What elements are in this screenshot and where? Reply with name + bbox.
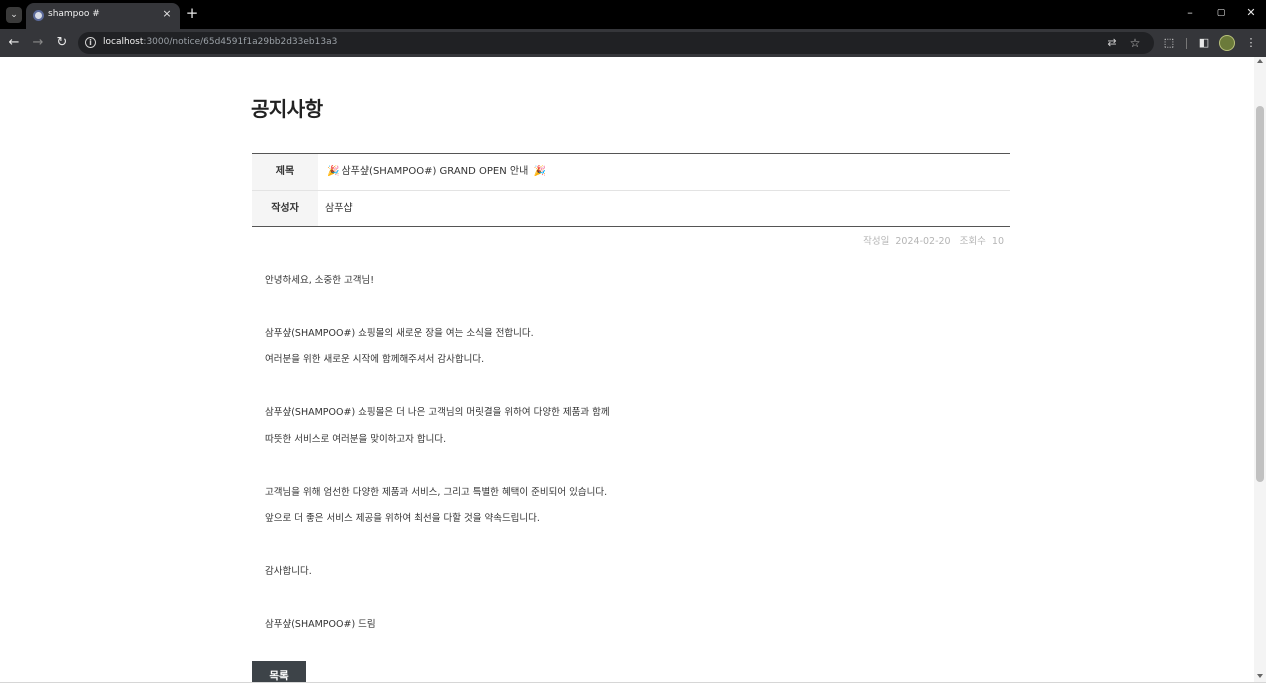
author-name: 삼푸샵 (325, 203, 353, 214)
browser-tab-strip: ⌄ shampoo # × + – ▢ ✕ (0, 0, 1266, 29)
scroll-down-arrow-icon[interactable] (1257, 674, 1263, 678)
translate-icon[interactable]: ⇄ (1104, 35, 1120, 51)
body-paragraph: 여러분을 위한 새로운 시작에 함께해주셔서 감사합니다. (265, 354, 485, 365)
close-tab-icon[interactable]: × (160, 7, 174, 21)
body-paragraph: 삼푸샾(SHAMPOO#) 쇼핑몰의 새로운 장을 여는 소식을 전합니다. (265, 328, 534, 339)
body-paragraph: 고객님을 위해 엄선한 다양한 제품과 서비스, 그리고 특별한 혜택이 준비되… (265, 487, 608, 498)
tab-title: shampoo # (48, 9, 100, 19)
views-value: 10 (991, 236, 1004, 247)
notice-meta: 작성일 2024-02-20 조회수 10 (863, 233, 1004, 247)
restore-button[interactable]: ▢ (1213, 5, 1229, 21)
url-text[interactable]: localhost:3000/notice/65d4591f1a29bb2d33… (103, 37, 337, 47)
scroll-thumb[interactable] (1256, 106, 1264, 482)
body-paragraph: 안녕하세요, 소중한 고객님! (265, 275, 375, 286)
views-label: 조회수 (959, 236, 986, 247)
new-tab-button[interactable]: + (184, 5, 200, 21)
body-paragraph: 삼푸샾(SHAMPOO#) 쇼핑몰은 더 나은 고객님의 머릿결을 위하여 다양… (265, 407, 610, 418)
date-label: 작성일 (863, 236, 890, 247)
notice-info-table: 제목 🎉 삼푸샾(SHAMPOO#) GRAND OPEN 안내 🎉 작성자 삼푸… (252, 153, 1010, 227)
back-arrow-icon[interactable]: ← (6, 35, 22, 51)
close-window-button[interactable]: ✕ (1243, 5, 1259, 21)
title-label: 제목 (252, 154, 318, 190)
site-info-icon[interactable]: i (85, 37, 96, 48)
toolbar-divider (1186, 38, 1187, 49)
author-label: 작성자 (252, 191, 318, 226)
body-paragraph: 앞으로 더 좋은 서비스 제공을 위하여 최선을 다할 것을 약속드립니다. (265, 513, 540, 524)
extensions-icon[interactable]: ⬚ (1161, 35, 1177, 51)
browser-toolbar: ← → ↻ i localhost:3000/notice/65d4591f1a… (0, 29, 1266, 57)
profile-avatar[interactable] (1219, 35, 1235, 51)
page-scrollbar[interactable] (1254, 57, 1266, 683)
reload-icon[interactable]: ↻ (54, 35, 70, 51)
party-popper-icon: 🎉 (327, 166, 340, 177)
date-value: 2024-02-20 (895, 236, 951, 247)
author-row: 작성자 삼푸샵 (252, 190, 1010, 226)
side-panel-icon[interactable]: ◧ (1196, 35, 1212, 51)
forward-arrow-icon[interactable]: → (30, 35, 46, 51)
address-bar[interactable]: i localhost:3000/notice/65d4591f1a29bb2d… (78, 32, 1154, 54)
tab-search-icon[interactable]: ⌄ (6, 7, 22, 23)
party-popper-icon: 🎉 (533, 166, 546, 177)
shampoo-favicon (33, 10, 44, 21)
body-paragraph: 감사합니다. (265, 566, 312, 577)
scroll-up-arrow-icon[interactable] (1257, 59, 1263, 63)
title-row: 제목 🎉 삼푸샾(SHAMPOO#) GRAND OPEN 안내 🎉 (252, 154, 1010, 190)
notice-title-text: 삼푸샾(SHAMPOO#) GRAND OPEN 안내 (341, 166, 529, 177)
minimize-button[interactable]: – (1182, 5, 1198, 21)
body-paragraph: 삼푸샾(SHAMPOO#) 드림 (265, 619, 376, 630)
notice-title: 🎉 삼푸샾(SHAMPOO#) GRAND OPEN 안내 🎉 (325, 154, 548, 190)
page-viewport: 공지사항 제목 🎉 삼푸샾(SHAMPOO#) GRAND OPEN 안내 🎉 작… (0, 57, 1266, 683)
list-button[interactable]: 목록 (252, 661, 306, 683)
more-menu-icon[interactable]: ⋮ (1243, 35, 1259, 51)
browser-tab[interactable]: shampoo # × (26, 3, 180, 29)
page-title: 공지사항 (251, 97, 323, 121)
bookmark-star-icon[interactable]: ☆ (1127, 35, 1143, 51)
body-paragraph: 따뜻한 서비스로 여러분을 맞이하고자 합니다. (265, 434, 447, 445)
